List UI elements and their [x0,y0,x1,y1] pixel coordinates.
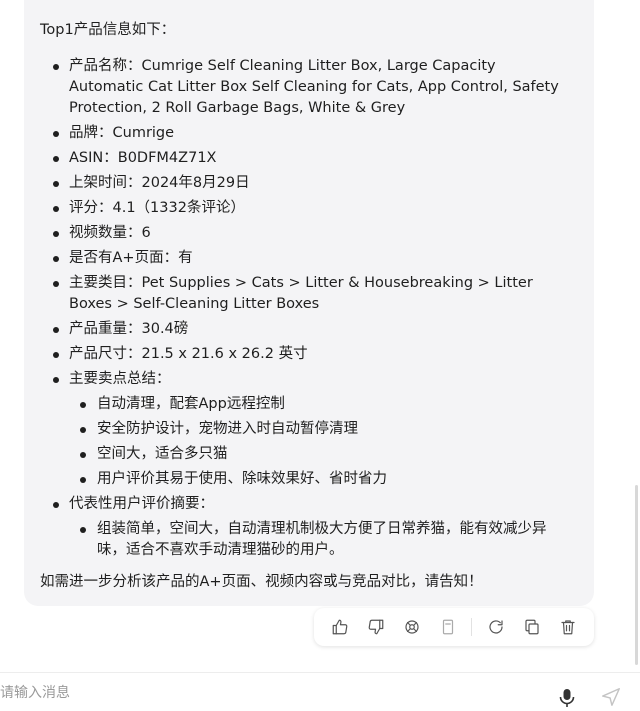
list-item-label: 产品尺寸：21.5 x 21.6 x 26.2 英寸 [69,346,308,362]
delete-icon[interactable] [556,615,580,639]
list-item: 品牌：Cumrige [50,123,570,144]
list-item: 主要类目：Pet Supplies > Cats > Litter & Hous… [50,273,570,315]
list-item-label: 视频数量：6 [69,225,151,241]
product-info-list: 产品名称：Cumrige Self Cleaning Litter Box, L… [50,56,570,565]
thumbs-down-icon[interactable] [364,615,388,639]
sub-list-item: 用户评价其易于使用、除味效果好、省时省力 [69,469,570,490]
list-item-label: 主要类目：Pet Supplies > Cats > Litter & Hous… [69,275,533,312]
sub-list-item: 组装简单，空间大，自动清理机制极大方便了日常养猫，能有效减少异味，适合不喜欢手动… [69,519,570,561]
list-item: 上架时间：2024年8月29日 [50,173,570,194]
list-item: 视频数量：6 [50,223,570,244]
message-outro: 如需进一步分析该产品的A+页面、视频内容或与竞品对比，请告知！ [40,574,483,590]
list-item-label: 主要卖点总结： [69,371,171,387]
sub-list-item: 自动清理，配套App远程控制 [69,394,570,415]
microphone-icon[interactable] [558,688,576,708]
list-item-label: 评分：4.1（1332条评论） [69,200,245,216]
list-item: 主要卖点总结： 自动清理，配套App远程控制 安全防护设计，宠物进入时自动暂停清理空… [50,369,570,490]
action-divider [471,618,473,636]
list-item: 产品尺寸：21.5 x 21.6 x 26.2 英寸 [50,344,570,365]
message-intro: Top1产品信息如下： [40,22,176,38]
list-item-label: 产品名称：Cumrige Self Cleaning Litter Box, L… [69,58,559,116]
copy-icon[interactable] [520,615,544,639]
list-item-label: 是否有A+页面：有 [69,250,193,266]
message-input-bar[interactable]: 请输入消息 [0,672,640,711]
regenerate-icon[interactable] [484,615,508,639]
sub-list: 自动清理，配套App远程控制 安全防护设计，宠物进入时自动暂停清理 空间大，适合多只… [69,394,570,490]
list-item: 产品重量：30.4磅 [50,319,570,340]
sub-list-item: 空间大，适合多只猫 [69,444,570,465]
bookmark-icon[interactable] [436,615,460,639]
list-item-label: 代表性用户评价摘要： [69,496,214,512]
send-icon[interactable] [600,686,622,708]
sub-list-item: 安全防护设计，宠物进入时自动暂停清理 [69,419,570,440]
list-item-label: ASIN：B0DFM4Z71X [69,150,217,166]
list-item-label: 品牌：Cumrige [69,125,175,141]
list-item-label: 产品重量：30.4磅 [69,321,189,337]
message-input[interactable]: 请输入消息 [0,682,70,702]
list-item: 是否有A+页面：有 [50,248,570,269]
scrollbar[interactable] [635,485,638,665]
message-action-bar [314,608,594,646]
list-item-label: 上架时间：2024年8月29日 [69,175,250,191]
list-item: 评分：4.1（1332条评论） [50,198,570,219]
list-item: 产品名称：Cumrige Self Cleaning Litter Box, L… [50,56,570,119]
thumbs-up-icon[interactable] [328,615,352,639]
list-item: ASIN：B0DFM4Z71X [50,148,570,169]
list-item: 代表性用户评价摘要： 组装简单，空间大，自动清理机制极大方便了日常养猫，能有效减少… [50,494,570,561]
sub-list: 组装简单，空间大，自动清理机制极大方便了日常养猫，能有效减少异味，适合不喜欢手动… [69,519,570,561]
share-icon[interactable] [400,615,424,639]
